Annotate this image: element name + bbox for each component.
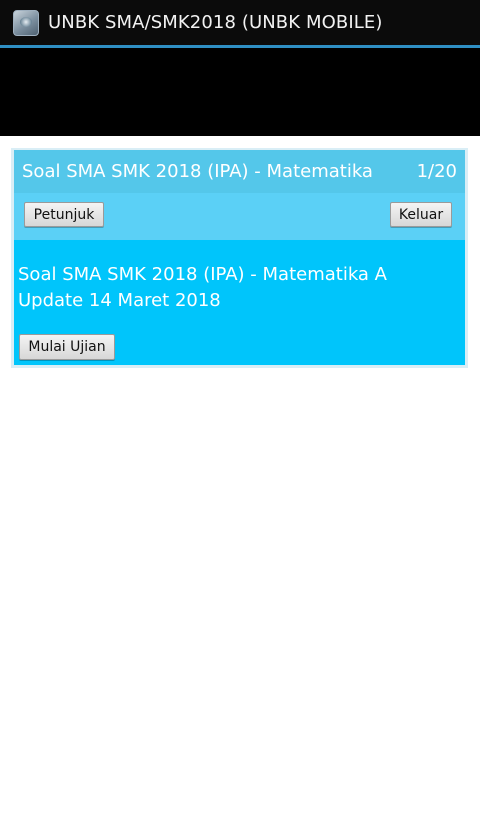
black-banner-area: [0, 48, 480, 136]
card-toolbar: Petunjuk Keluar: [14, 193, 465, 240]
window-title: UNBK SMA/SMK2018 (UNBK MOBILE): [48, 12, 383, 33]
exam-subject-title: Soal SMA SMK 2018 (IPA) - Matematika: [22, 161, 373, 182]
start-exam-button[interactable]: Mulai Ujian: [19, 334, 115, 360]
help-button[interactable]: Petunjuk: [24, 202, 104, 227]
exit-button[interactable]: Keluar: [390, 202, 452, 227]
card-header: Soal SMA SMK 2018 (IPA) - Matematika 1/2…: [14, 150, 465, 193]
exam-description: Soal SMA SMK 2018 (IPA) - Matematika A U…: [18, 264, 387, 311]
title-bar: UNBK SMA/SMK2018 (UNBK MOBILE): [0, 0, 480, 45]
app-icon: [13, 9, 39, 36]
card-content: Soal SMA SMK 2018 (IPA) - Matematika A U…: [14, 240, 465, 365]
page-indicator: 1/20: [416, 161, 457, 182]
exam-card: Soal SMA SMK 2018 (IPA) - Matematika 1/2…: [11, 148, 468, 368]
